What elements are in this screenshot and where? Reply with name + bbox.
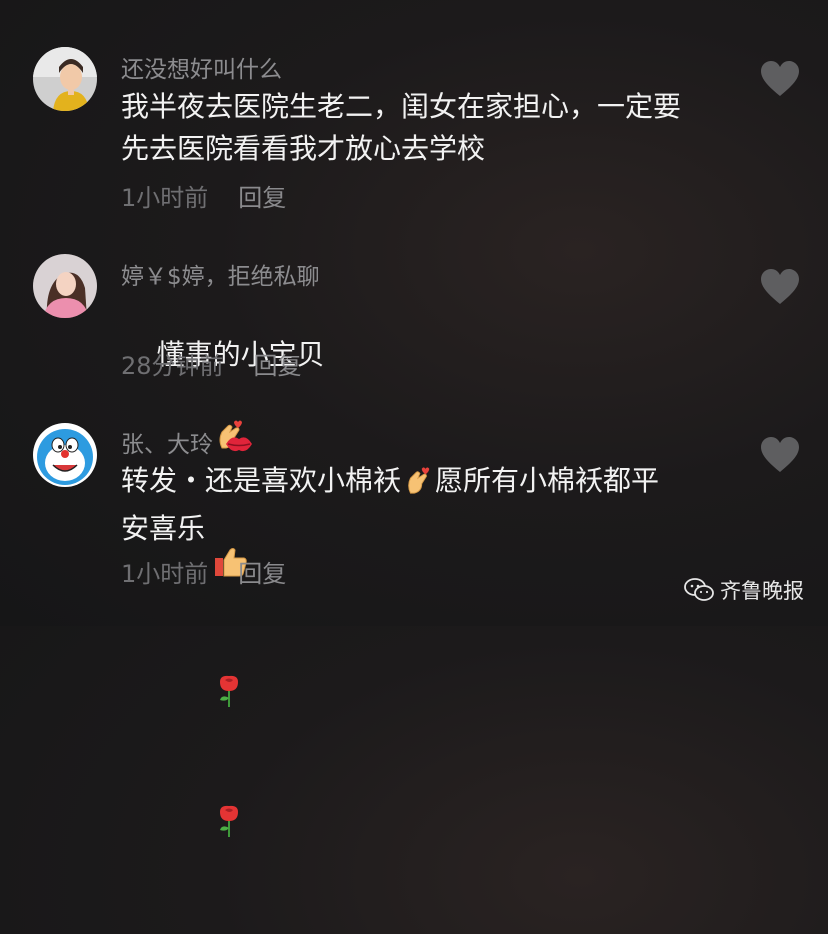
rose-emoji: [161, 632, 244, 762]
heart-icon[interactable]: [760, 60, 800, 98]
comment-text: 转发・还是喜欢小棉袄 愿所有小棉袄都平 安喜乐: [121, 460, 741, 550]
comment-meta: 1小时前 回复: [121, 554, 286, 589]
watermark-label: 齐鲁晚报: [720, 579, 804, 603]
avatar[interactable]: [33, 47, 97, 111]
heart-icon[interactable]: [760, 268, 800, 306]
finger-heart-emoji: [403, 464, 433, 508]
heart-icon[interactable]: [760, 436, 800, 474]
comment-text: 懂事的小宝贝: [121, 292, 741, 934]
timestamp: 1小时前: [121, 184, 209, 212]
reply-button[interactable]: 回复: [238, 560, 286, 588]
wechat-icon: [684, 578, 714, 601]
timestamp: 1小时前: [121, 560, 209, 588]
comment-text: 我半夜去医院生老二，闺女在家担心，一定要 先去医院看看我才放心去学校: [121, 90, 682, 165]
avatar[interactable]: [33, 254, 97, 318]
username[interactable]: 还没想好叫什么: [121, 50, 282, 84]
avatar[interactable]: [33, 423, 97, 487]
comment-text-part: 转发・还是喜欢小棉袄: [121, 464, 402, 497]
comment-meta: 28分钟前 回复: [121, 346, 302, 381]
reply-button[interactable]: 回复: [238, 184, 286, 212]
username-text: 张、大玲: [121, 432, 213, 458]
kiss-lips-emoji: [224, 432, 254, 462]
username[interactable]: 婷￥$婷，拒绝私聊: [121, 257, 320, 291]
timestamp: 28分钟前: [121, 352, 224, 380]
reply-button[interactable]: 回复: [254, 352, 302, 380]
rose-emoji: [161, 762, 244, 892]
username[interactable]: 张、大玲: [121, 425, 258, 462]
watermark: 齐鲁晚报: [684, 574, 804, 606]
comment-meta: 1小时前 回复: [121, 178, 286, 213]
